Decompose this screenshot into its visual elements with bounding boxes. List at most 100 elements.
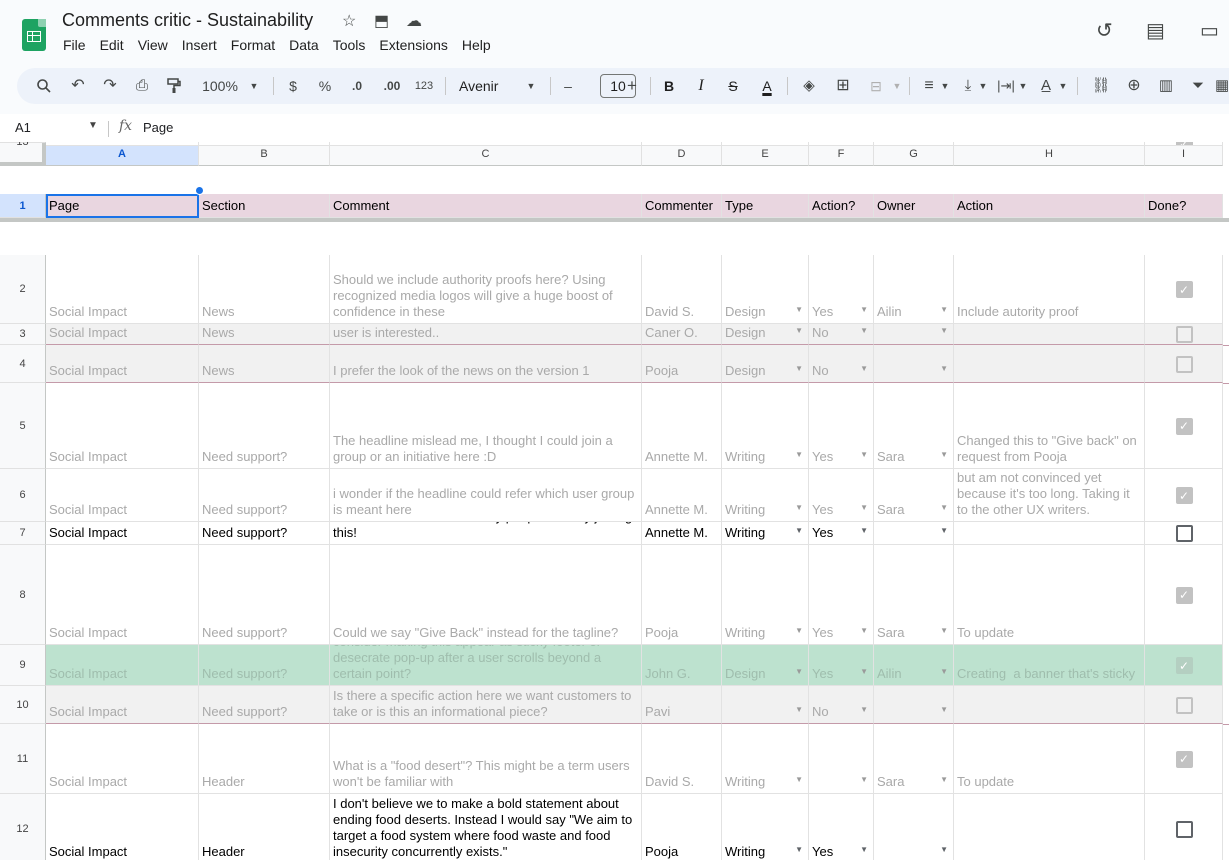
dropdown-arrow-icon[interactable]: ▼	[860, 447, 868, 463]
done-checkbox[interactable]	[1145, 345, 1223, 383]
type-select[interactable]: Writing ▼	[722, 522, 809, 545]
increase-decimal-button[interactable]: .00	[379, 68, 405, 104]
action-cell[interactable]	[954, 324, 1145, 345]
type-select[interactable]: Design▼	[722, 142, 809, 146]
dropdown-arrow-icon[interactable]: ▼	[860, 702, 868, 718]
cloud-status-icon[interactable]: ☁	[406, 11, 422, 31]
action-cell[interactable]	[954, 522, 1145, 545]
done-checkbox[interactable]	[1145, 794, 1223, 860]
section-cell[interactable]: News	[199, 345, 330, 383]
action-cell[interactable]: Include autority proof	[954, 255, 1145, 324]
comment-cell[interactable]: would be cool to see a number of how man…	[330, 522, 642, 545]
owner-select[interactable]: Ailin ▼	[874, 255, 954, 324]
commenter-cell[interactable]: Annette M.	[642, 469, 722, 522]
dropdown-arrow-icon[interactable]: ▼	[940, 523, 948, 539]
owner-select[interactable]: Sara ▼	[874, 545, 954, 645]
filter-icon[interactable]: ⏷	[1187, 68, 1209, 104]
owner-select[interactable]: Sara ▼	[874, 469, 954, 522]
done-checkbox[interactable]	[1145, 522, 1223, 545]
row-header-2[interactable]: 2	[0, 255, 46, 324]
vertical-align-icon[interactable]: ⤓	[959, 68, 977, 104]
percent-format-button[interactable]: %	[315, 68, 335, 104]
row-header-8[interactable]: 8	[0, 545, 46, 645]
page-cell[interactable]: Social Impact	[46, 142, 199, 146]
undo-icon[interactable]: ↶	[67, 68, 89, 104]
meet-icon[interactable]: ▭	[1200, 18, 1219, 43]
menu-edit[interactable]: Edit	[100, 37, 124, 53]
type-select[interactable]: Writing ▼	[722, 724, 809, 794]
redo-icon[interactable]: ↷	[99, 68, 121, 104]
action-required-select[interactable]: No ▼	[809, 345, 874, 383]
section-cell[interactable]: Need support?	[199, 645, 330, 686]
action-cell[interactable]: To answer	[954, 142, 1145, 146]
owner-select[interactable]: ▼	[874, 794, 954, 860]
section-cell[interactable]: Need support?	[199, 545, 330, 645]
page-cell[interactable]: Social Impact	[46, 724, 199, 794]
comment-cell[interactable]: This section is arguably a CTA that coul…	[330, 645, 642, 686]
done-checkbox[interactable]: ✓	[1145, 255, 1223, 324]
comment-cell[interactable]: The headline mislead me, I thought I cou…	[330, 383, 642, 469]
row-header-6[interactable]: 6	[0, 469, 46, 522]
dropdown-arrow-icon[interactable]: ▼	[860, 361, 868, 377]
column-title-commenter[interactable]: Commenter	[642, 194, 722, 218]
section-cell[interactable]: News	[199, 255, 330, 324]
checked-checkbox-icon[interactable]: ✓	[1175, 281, 1193, 298]
dropdown-arrow-icon[interactable]: ▼	[860, 623, 868, 639]
comment-cell[interactable]: What is a "food desert"? This might be a…	[330, 724, 642, 794]
action-cell[interactable]: Creating a banner that's sticky	[954, 645, 1145, 686]
done-checkbox[interactable]: ✓	[1145, 645, 1223, 686]
dropdown-arrow-icon[interactable]: ▼	[940, 664, 948, 680]
checked-checkbox-icon[interactable]: ✓	[1175, 750, 1193, 768]
row-header-1[interactable]: 1	[0, 194, 46, 218]
section-cell[interactable]: News	[199, 324, 330, 345]
section-cell[interactable]: Header	[199, 724, 330, 794]
menu-file[interactable]: File	[63, 37, 86, 53]
action-required-select[interactable]: Yes ▼	[809, 794, 874, 860]
dropdown-arrow-icon[interactable]: ▼	[795, 500, 803, 516]
paint-format-icon[interactable]	[163, 68, 185, 104]
row-header-5[interactable]: 5	[0, 383, 46, 469]
dropdown-arrow-icon[interactable]: ▼	[860, 302, 868, 318]
section-cell[interactable]: Need support?	[199, 686, 330, 724]
checked-checkbox-icon[interactable]: ✓	[1175, 487, 1193, 504]
menu-view[interactable]: View	[138, 37, 168, 53]
owner-select[interactable]: ▼	[874, 522, 954, 545]
unchecked-checkbox-icon[interactable]	[1175, 355, 1193, 373]
font-size-increase-button[interactable]: +	[624, 68, 640, 104]
dropdown-arrow-icon[interactable]: ▼	[940, 447, 948, 463]
sheets-logo-icon[interactable]	[22, 19, 46, 51]
comment-cell[interactable]: i wonder if the headline could refer whi…	[330, 469, 642, 522]
dropdown-arrow-icon[interactable]: ▼	[940, 302, 948, 318]
name-box[interactable]: A1	[15, 120, 31, 135]
dropdown-arrow-icon[interactable]: ▼	[860, 523, 868, 539]
filter-views-icon[interactable]: ▦	[1215, 68, 1229, 104]
done-checkbox[interactable]: ✓	[1145, 724, 1223, 794]
currency-format-button[interactable]: $	[283, 68, 303, 104]
done-checkbox[interactable]: ✓	[1145, 545, 1223, 645]
action-required-select[interactable]: ▼	[809, 142, 874, 146]
page-cell[interactable]: Social Impact	[46, 383, 199, 469]
formula-input[interactable]: Page	[143, 120, 173, 135]
font-dropdown-icon[interactable]: ▼	[524, 68, 538, 104]
strikethrough-button[interactable]: S	[725, 68, 741, 104]
dropdown-arrow-icon[interactable]: ▼	[940, 500, 948, 516]
dropdown-arrow-icon[interactable]: ▼	[795, 702, 803, 718]
owner-select[interactable]: Ailin ▼	[874, 645, 954, 686]
page-cell[interactable]: Social Impact	[46, 794, 199, 860]
menu-help[interactable]: Help	[462, 37, 491, 53]
column-title-section[interactable]: Section	[199, 194, 330, 218]
menu-extensions[interactable]: Extensions	[379, 37, 447, 53]
borders-icon[interactable]: ⊞	[833, 68, 853, 104]
action-cell[interactable]: To update	[954, 724, 1145, 794]
text-rotation-icon[interactable]: A̲	[1035, 68, 1057, 104]
dropdown-arrow-icon[interactable]: ▼	[940, 361, 948, 377]
unchecked-checkbox-icon[interactable]	[1175, 820, 1193, 838]
row-header-3[interactable]: 3	[0, 324, 46, 345]
commenter-cell[interactable]: John G.	[642, 645, 722, 686]
action-required-select[interactable]: Yes ▼	[809, 545, 874, 645]
done-checkbox[interactable]	[1145, 324, 1223, 345]
dropdown-arrow-icon[interactable]: ▼	[940, 324, 948, 339]
action-cell[interactable]	[954, 345, 1145, 383]
menu-tools[interactable]: Tools	[333, 37, 366, 53]
print-icon[interactable]: ⎙	[131, 68, 153, 104]
